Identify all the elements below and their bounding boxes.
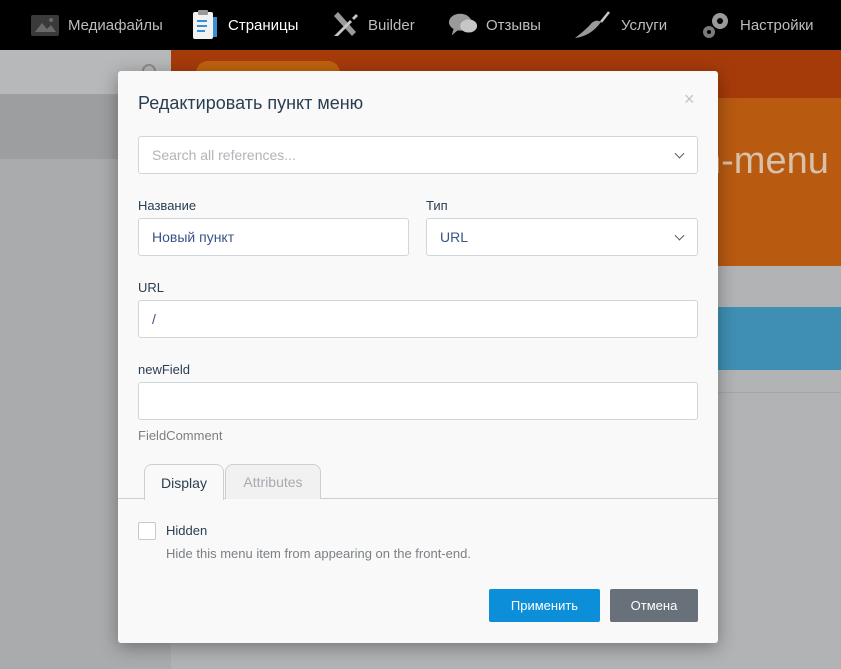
name-input[interactable]: Новый пункт <box>138 218 409 256</box>
nav-label-pages: Страницы <box>228 16 299 34</box>
type-label: Тип <box>426 198 448 213</box>
hidden-help-text: Hide this menu item from appearing on th… <box>166 546 471 561</box>
new-field-input[interactable] <box>138 382 698 420</box>
tab-display[interactable]: Display <box>144 464 224 500</box>
cancel-button[interactable]: Отмена <box>610 589 698 622</box>
dialog-title: Редактировать пункт меню <box>138 93 364 113</box>
close-icon[interactable]: × <box>684 89 695 110</box>
builder-icon <box>330 10 360 40</box>
url-input-value: / <box>152 311 156 327</box>
new-field-label: newField <box>138 362 191 377</box>
nav-item-builder[interactable]: Builder <box>330 0 415 50</box>
nav-label-media: Медиафайлы <box>68 16 163 34</box>
hidden-checkbox[interactable] <box>138 522 156 540</box>
name-label: Название <box>138 198 197 213</box>
url-input[interactable]: / <box>138 300 698 338</box>
type-select-value: URL <box>440 229 469 245</box>
background-blue-bar <box>700 307 841 370</box>
settings-icon <box>700 10 732 40</box>
edit-menu-item-dialog: Редактировать пункт меню × Search all re… <box>118 71 718 643</box>
pages-icon <box>190 10 220 40</box>
apply-button[interactable]: Применить <box>489 589 600 622</box>
nav-label-settings: Настройки <box>740 16 814 34</box>
tab-attributes[interactable]: Attributes <box>225 464 321 499</box>
type-select[interactable]: URL <box>426 218 698 256</box>
nav-label-services: Услуги <box>621 16 668 34</box>
nav-label-reviews: Отзывы <box>486 16 541 34</box>
background-divider <box>717 392 841 393</box>
nav-item-pages[interactable]: Страницы <box>190 0 298 50</box>
chevron-down-icon <box>674 230 685 241</box>
new-field-comment: FieldComment <box>138 428 223 443</box>
hidden-checkbox-label[interactable]: Hidden <box>166 523 207 538</box>
nav-item-services[interactable]: Услуги <box>573 0 667 50</box>
top-nav: Медиафайлы Страницы Builder Отзывы Услуг… <box>0 0 841 50</box>
media-icon <box>30 10 60 40</box>
nav-item-settings[interactable]: Настройки <box>700 0 814 50</box>
reference-search-placeholder: Search all references... <box>152 147 296 163</box>
background-banner-text: n-menu <box>700 140 829 182</box>
url-label: URL <box>138 280 165 295</box>
chevron-down-icon <box>674 148 685 159</box>
nav-item-media[interactable]: Медиафайлы <box>30 0 163 50</box>
nav-label-builder: Builder <box>368 16 415 34</box>
reference-search-select[interactable]: Search all references... <box>138 136 698 174</box>
name-input-value: Новый пункт <box>152 229 235 245</box>
reviews-icon <box>448 10 478 40</box>
services-icon <box>573 10 613 40</box>
nav-item-reviews[interactable]: Отзывы <box>448 0 541 50</box>
